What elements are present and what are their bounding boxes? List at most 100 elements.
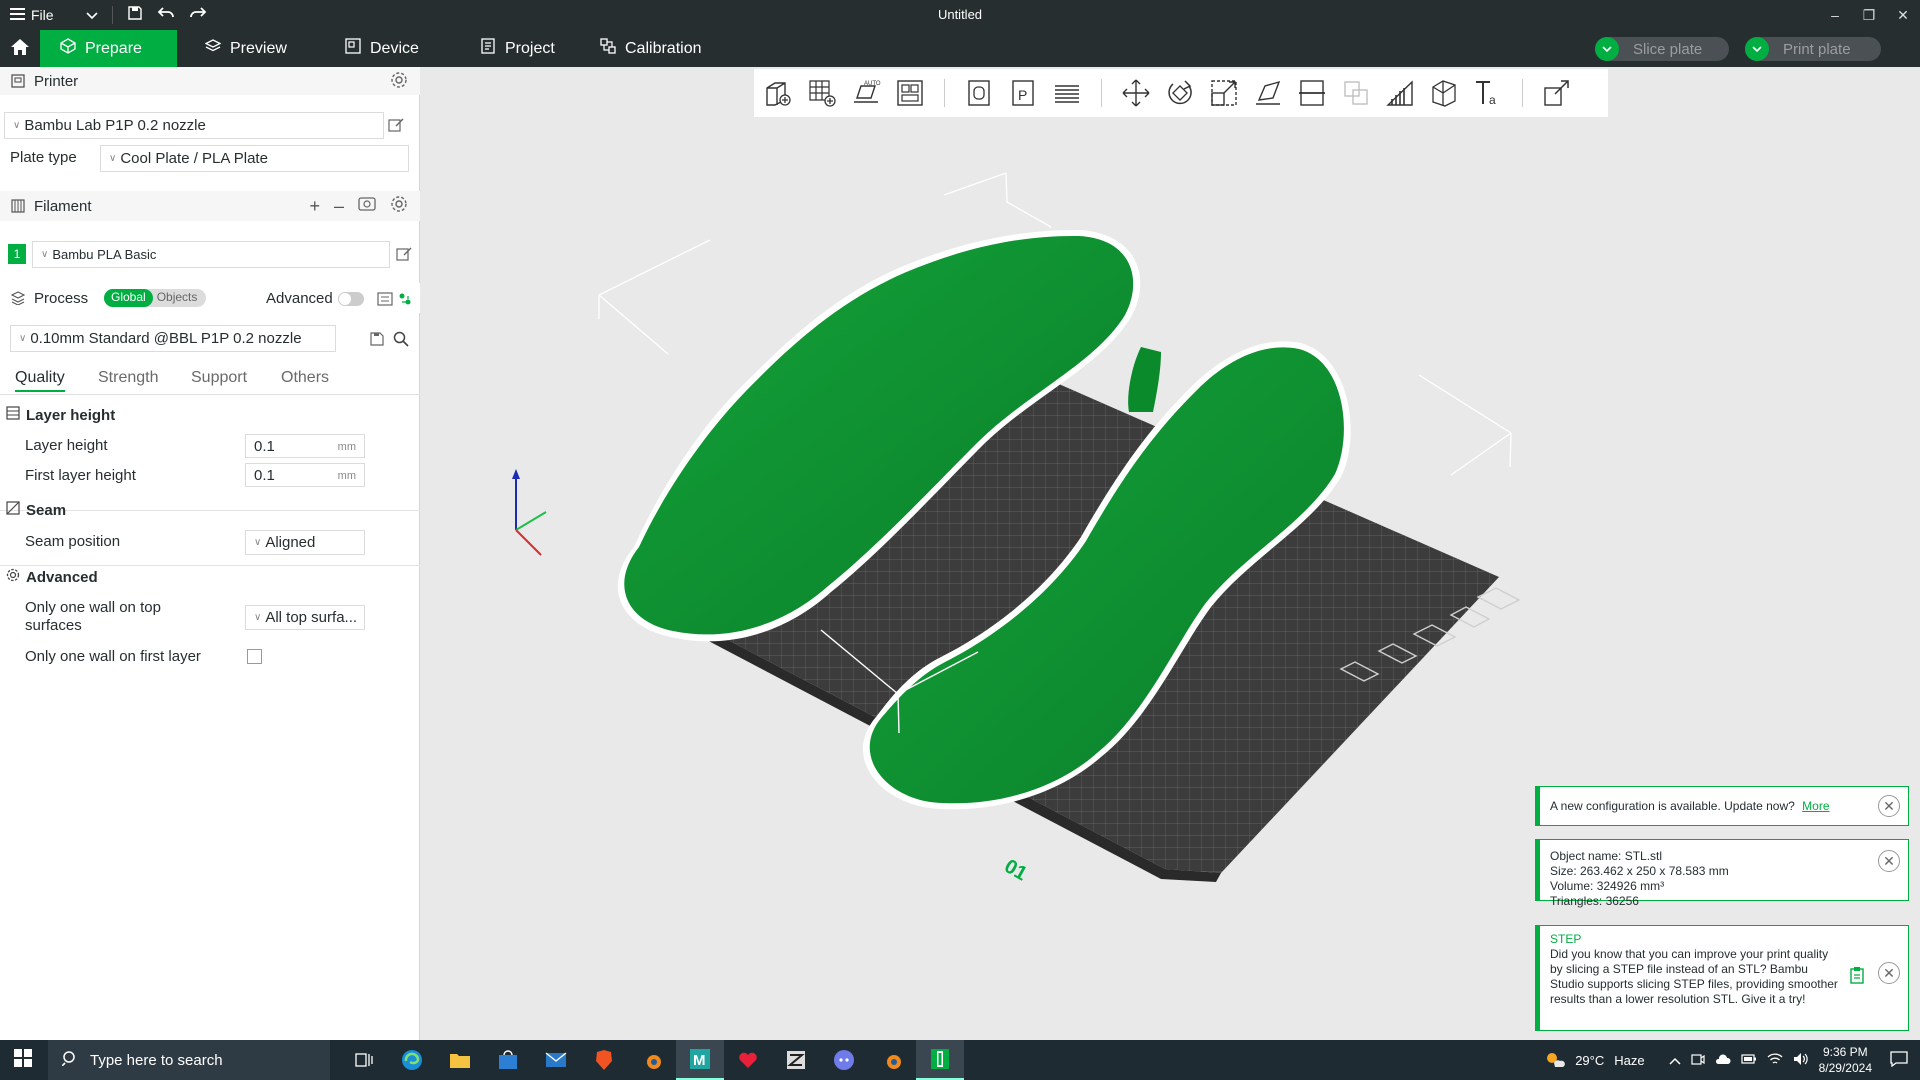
seam-position-select[interactable]: ∨ Aligned	[245, 530, 365, 555]
printer-select-value: Bambu Lab P1P 0.2 nozzle	[24, 117, 206, 134]
tab-strength[interactable]: Strength	[98, 369, 158, 387]
config-more-link[interactable]: More	[1802, 799, 1829, 813]
advanced-group-label: Advanced	[26, 568, 98, 586]
discord-icon[interactable]	[820, 1040, 868, 1080]
store-icon[interactable]	[484, 1040, 532, 1080]
process-list-icon[interactable]	[376, 290, 394, 308]
scope-global-option[interactable]: Global	[104, 289, 153, 307]
close-icon[interactable]: ✕	[1878, 962, 1900, 984]
maya-app-icon[interactable]: M	[676, 1040, 724, 1080]
home-button[interactable]	[0, 30, 40, 67]
slice-plate-label: Slice plate	[1633, 40, 1703, 58]
tab-others[interactable]: Others	[281, 369, 329, 387]
save-preset-icon[interactable]	[368, 330, 386, 348]
restore-icon[interactable]: ❐	[1852, 0, 1886, 30]
first-layer-height-input[interactable]: 0.1 mm	[245, 463, 365, 487]
home-icon	[10, 38, 30, 60]
volume-icon[interactable]	[1793, 1052, 1809, 1069]
weather-icon[interactable]	[1543, 1049, 1566, 1072]
plate-type-select[interactable]: ∨ Cool Plate / PLA Plate	[100, 145, 409, 172]
blender-icon[interactable]	[868, 1040, 916, 1080]
tab-support[interactable]: Support	[191, 369, 247, 387]
tab-project[interactable]: Project	[460, 30, 575, 67]
tab-device[interactable]: Device	[325, 30, 439, 67]
clipboard-icon[interactable]	[1850, 966, 1864, 988]
tab-calibration-label: Calibration	[625, 39, 702, 57]
windows-logo-icon	[14, 1049, 32, 1071]
tab-preview[interactable]: Preview	[185, 30, 307, 67]
chevron-up-icon[interactable]	[1669, 1053, 1681, 1068]
close-window-icon[interactable]: ✕	[1886, 0, 1920, 30]
chevron-down-icon[interactable]	[1595, 37, 1619, 61]
process-preset-select[interactable]: ∨ 0.10mm Standard @BBL P1P 0.2 nozzle	[10, 325, 336, 352]
one-wall-top-value: All top surfa...	[265, 609, 358, 626]
meet-now-icon[interactable]	[1691, 1052, 1705, 1069]
printer-select[interactable]: ∨ Bambu Lab P1P 0.2 nozzle	[4, 112, 384, 139]
one-wall-top-select[interactable]: ∨ All top surfa...	[245, 605, 365, 630]
edit-filament-icon[interactable]	[395, 245, 413, 263]
object-name-text: Object name: STL.stl	[1550, 849, 1663, 863]
process-preset-value: 0.10mm Standard @BBL P1P 0.2 nozzle	[30, 330, 302, 347]
process-compare-icon[interactable]	[396, 290, 414, 308]
layer-height-input[interactable]: 0.1 mm	[245, 434, 365, 458]
chevron-down-icon[interactable]	[85, 7, 98, 24]
axes-gizmo	[512, 469, 547, 556]
close-icon[interactable]: ✕	[1878, 795, 1900, 817]
layer-height-icon	[6, 406, 20, 424]
tab-prepare[interactable]: Prepare	[40, 30, 177, 67]
filament-sync-icon[interactable]	[358, 196, 376, 216]
minimize-icon[interactable]: –	[1818, 0, 1852, 30]
mail-icon[interactable]	[532, 1040, 580, 1080]
zbrush-icon[interactable]	[772, 1040, 820, 1080]
tab-quality[interactable]: Quality	[15, 369, 65, 392]
add-filament-icon[interactable]: +	[309, 196, 320, 217]
undo-icon[interactable]	[157, 5, 175, 25]
3d-viewport[interactable]: AUTO P a 01 A new configuration is avail…	[421, 67, 1920, 1040]
printer-settings-gear-icon[interactable]	[390, 71, 408, 93]
file-menu-button[interactable]: File	[10, 7, 54, 23]
edit-printer-icon[interactable]	[387, 116, 405, 134]
layer-height-label: Layer height	[25, 437, 108, 454]
chevron-down-icon[interactable]	[1745, 37, 1769, 61]
notification-center-icon[interactable]	[1890, 1050, 1908, 1070]
layer-height-group-title: Layer height	[6, 406, 115, 424]
save-icon[interactable]	[127, 5, 143, 25]
slice-plate-button[interactable]: Slice plate	[1595, 37, 1729, 61]
first-layer-height-label: First layer height	[25, 467, 136, 484]
filament-select[interactable]: ∨ Bambu PLA Basic	[32, 241, 390, 268]
remove-filament-icon[interactable]: –	[334, 196, 344, 217]
filament-icon	[10, 198, 26, 214]
wifi-icon[interactable]	[1767, 1052, 1783, 1069]
search-icon[interactable]	[392, 330, 410, 348]
one-wall-first-checkbox[interactable]	[247, 649, 262, 664]
redo-icon[interactable]	[189, 5, 207, 25]
printer-section-header: Printer	[0, 67, 420, 95]
bambu-studio-icon[interactable]	[916, 1040, 964, 1080]
start-button[interactable]	[0, 1040, 46, 1080]
window-title: Untitled	[937, 7, 983, 22]
step-tip-body: Did you know that you can improve your p…	[1550, 947, 1838, 1006]
battery-icon[interactable]	[1741, 1053, 1757, 1068]
filament-slot-badge[interactable]: 1	[8, 244, 26, 264]
taskbar-clock[interactable]: 9:36 PM 8/29/2024	[1819, 1044, 1872, 1076]
hamburger-icon	[10, 7, 25, 23]
heart-app-icon[interactable]	[724, 1040, 772, 1080]
tab-calibration[interactable]: Calibration	[580, 30, 721, 67]
advanced-gear-icon	[6, 568, 20, 586]
process-scope-toggle[interactable]: Global Objects	[104, 289, 206, 307]
onedrive-icon[interactable]	[1715, 1053, 1731, 1068]
print-plate-button[interactable]: Print plate	[1745, 37, 1881, 61]
close-icon[interactable]: ✕	[1878, 850, 1900, 872]
tab-preview-label: Preview	[230, 39, 287, 57]
taskbar-search-box[interactable]: Type here to search	[48, 1040, 330, 1080]
filament-settings-gear-icon[interactable]	[390, 195, 408, 217]
advanced-switch[interactable]	[338, 292, 364, 306]
file-explorer-icon[interactable]	[436, 1040, 484, 1080]
layer-height-value: 0.1	[254, 437, 275, 455]
printer-section-title: Printer	[34, 72, 79, 90]
scope-objects-option[interactable]: Objects	[153, 289, 202, 307]
blender-icon[interactable]	[628, 1040, 676, 1080]
edge-browser-icon[interactable]	[388, 1040, 436, 1080]
brave-browser-icon[interactable]	[580, 1040, 628, 1080]
task-view-icon[interactable]	[340, 1040, 388, 1080]
